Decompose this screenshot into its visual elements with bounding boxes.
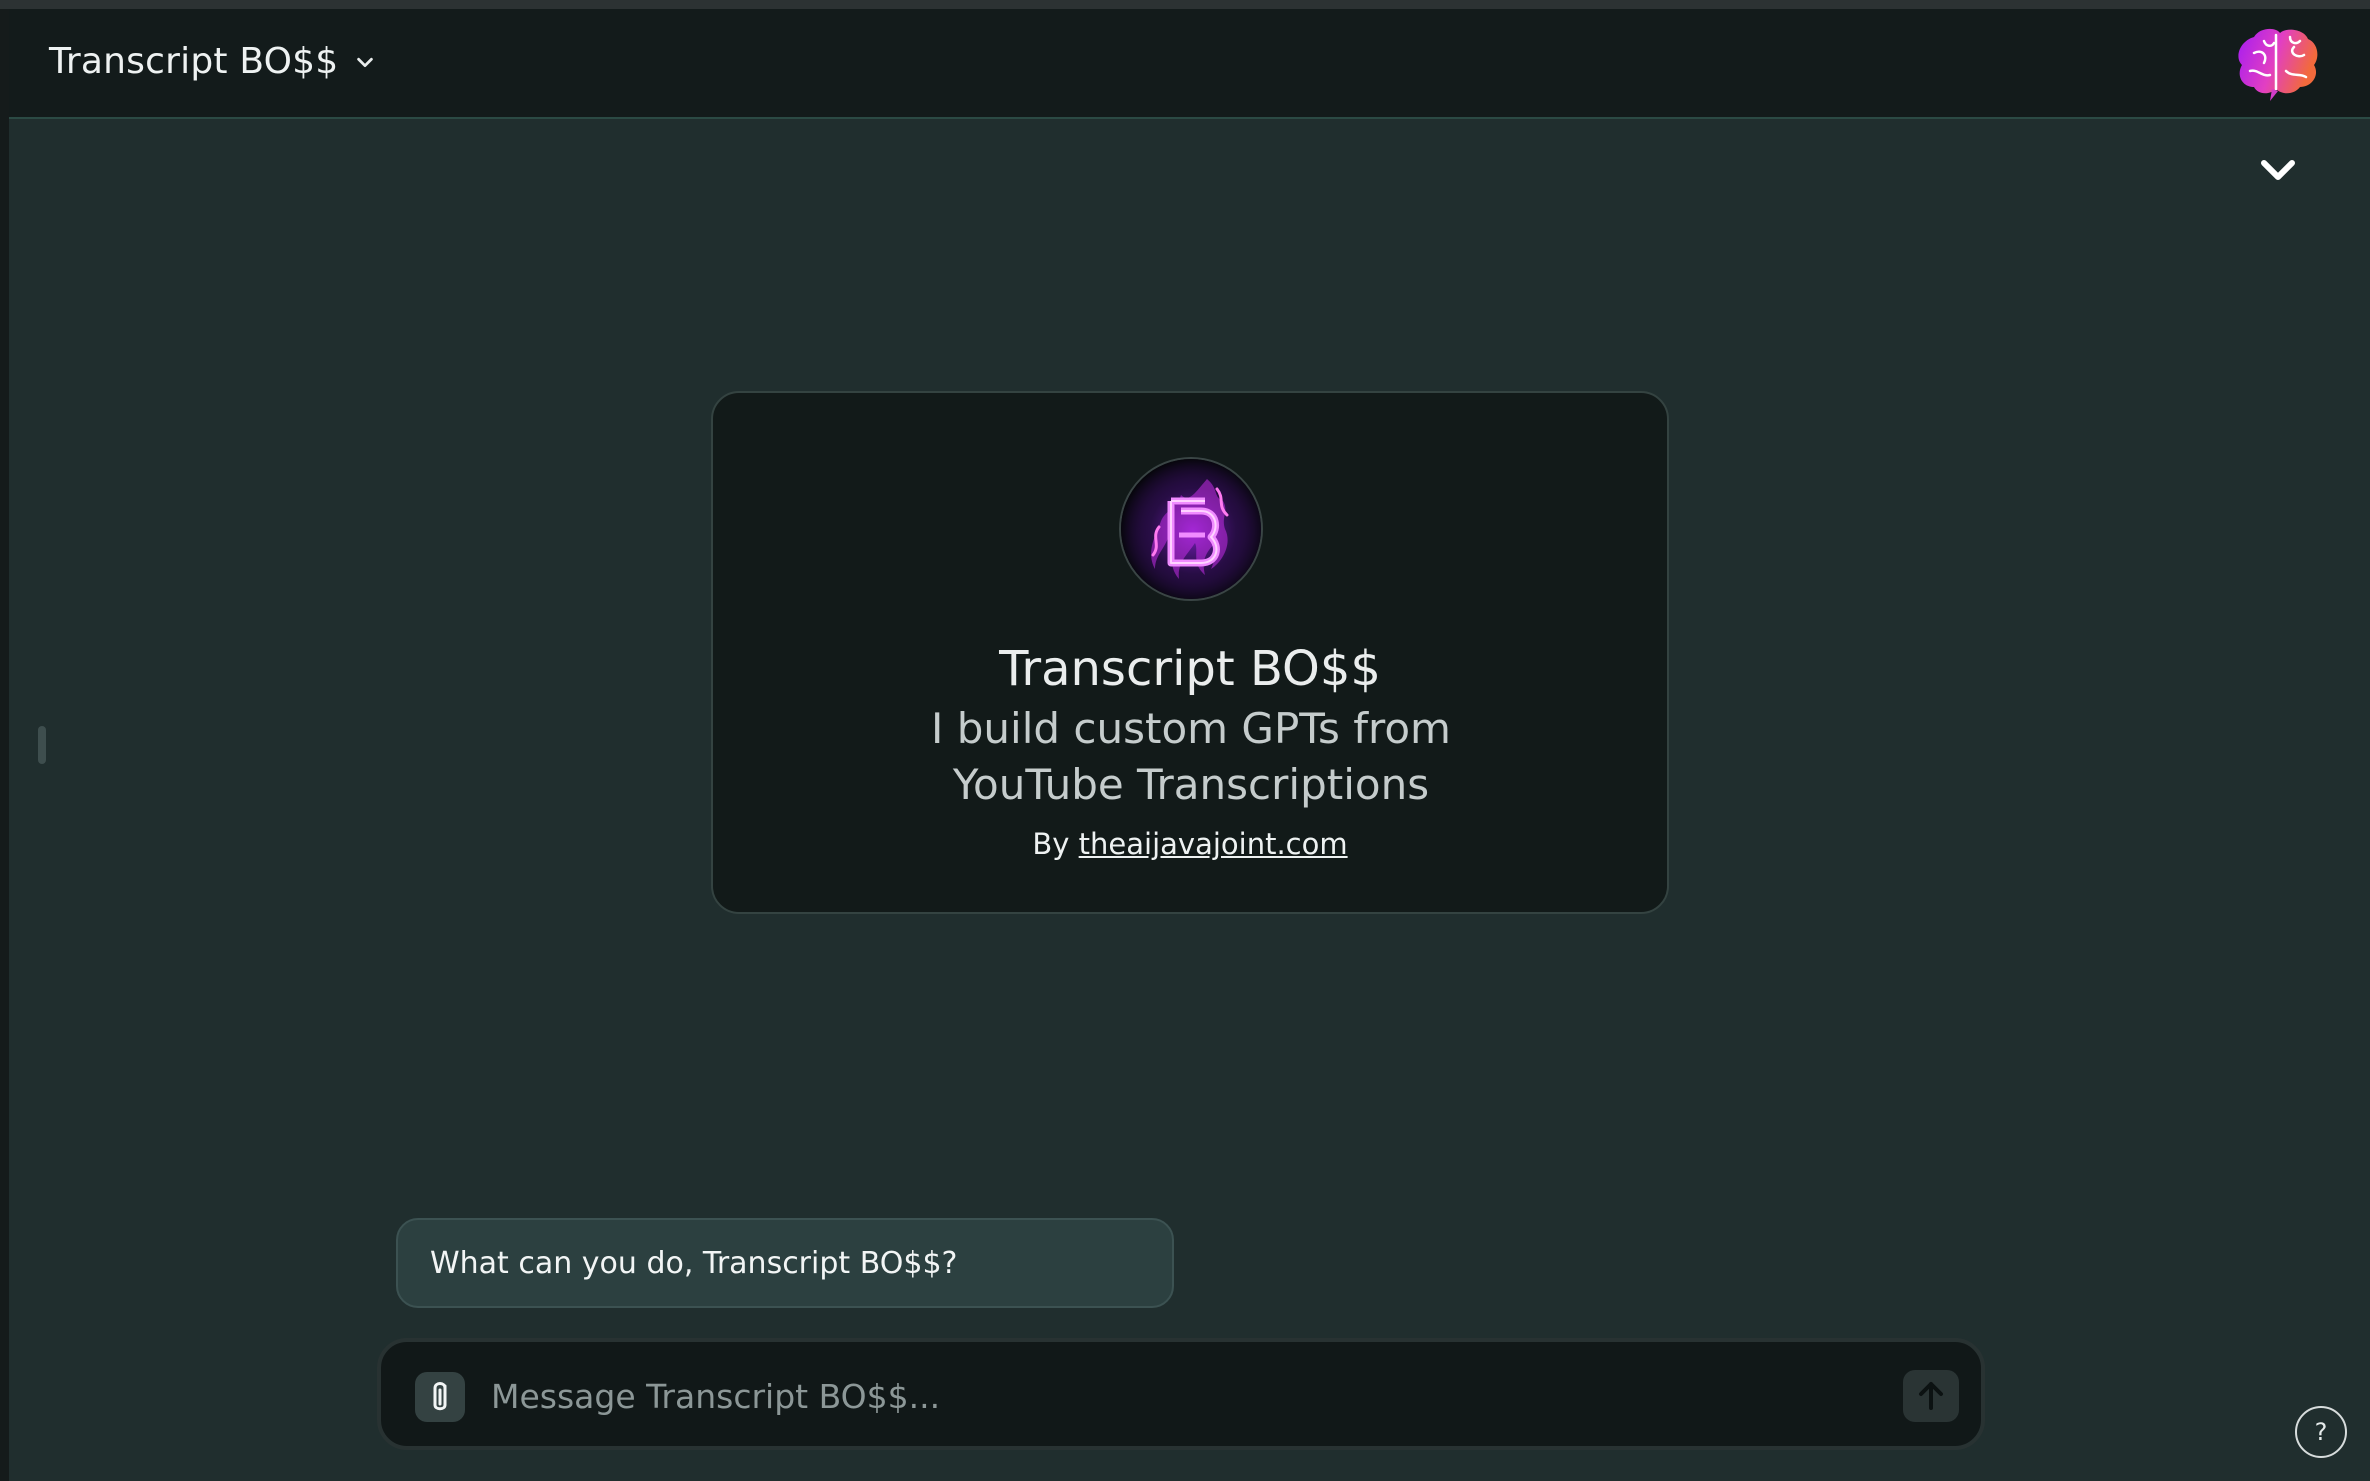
window-left-border	[0, 9, 9, 1481]
help-button[interactable]: ?	[2295, 1406, 2347, 1458]
gpt-description: I build custom GPTs from YouTube Transcr…	[931, 704, 1451, 809]
gpt-avatar	[1119, 457, 1263, 601]
attach-button[interactable]	[415, 1372, 465, 1422]
message-input[interactable]	[491, 1362, 1771, 1430]
sidebar-resize-handle[interactable]	[38, 726, 46, 764]
author-link[interactable]: theaijavajoint.com	[1079, 827, 1348, 861]
gpt-info-card: Transcript BO$$ I build custom GPTs from…	[711, 391, 1669, 914]
send-button[interactable]	[1903, 1370, 1959, 1422]
scroll-down-button[interactable]	[2258, 155, 2298, 185]
top-bar: Transcript BO$$	[9, 9, 2370, 119]
author-prefix: By	[1032, 827, 1070, 861]
suggestion-chip[interactable]: What can you do, Transcript BO$$?	[396, 1218, 1174, 1308]
suggestion-label: What can you do, Transcript BO$$?	[430, 1245, 958, 1281]
paperclip-icon	[433, 1382, 447, 1411]
brain-icon[interactable]	[2234, 25, 2320, 105]
chevron-down-icon	[357, 57, 374, 67]
help-icon: ?	[2314, 1418, 2328, 1446]
gpt-name: Transcript BO$$	[999, 641, 1381, 697]
model-title: Transcript BO$$	[49, 41, 339, 82]
window-top-border	[0, 0, 2370, 9]
arrow-up-icon	[1919, 1382, 1943, 1410]
gpt-author: By theaijavajoint.com	[713, 827, 1667, 861]
message-composer	[377, 1338, 1985, 1450]
flaming-b-logo-icon	[1121, 459, 1261, 599]
model-selector-button[interactable]: Transcript BO$$	[49, 41, 376, 82]
